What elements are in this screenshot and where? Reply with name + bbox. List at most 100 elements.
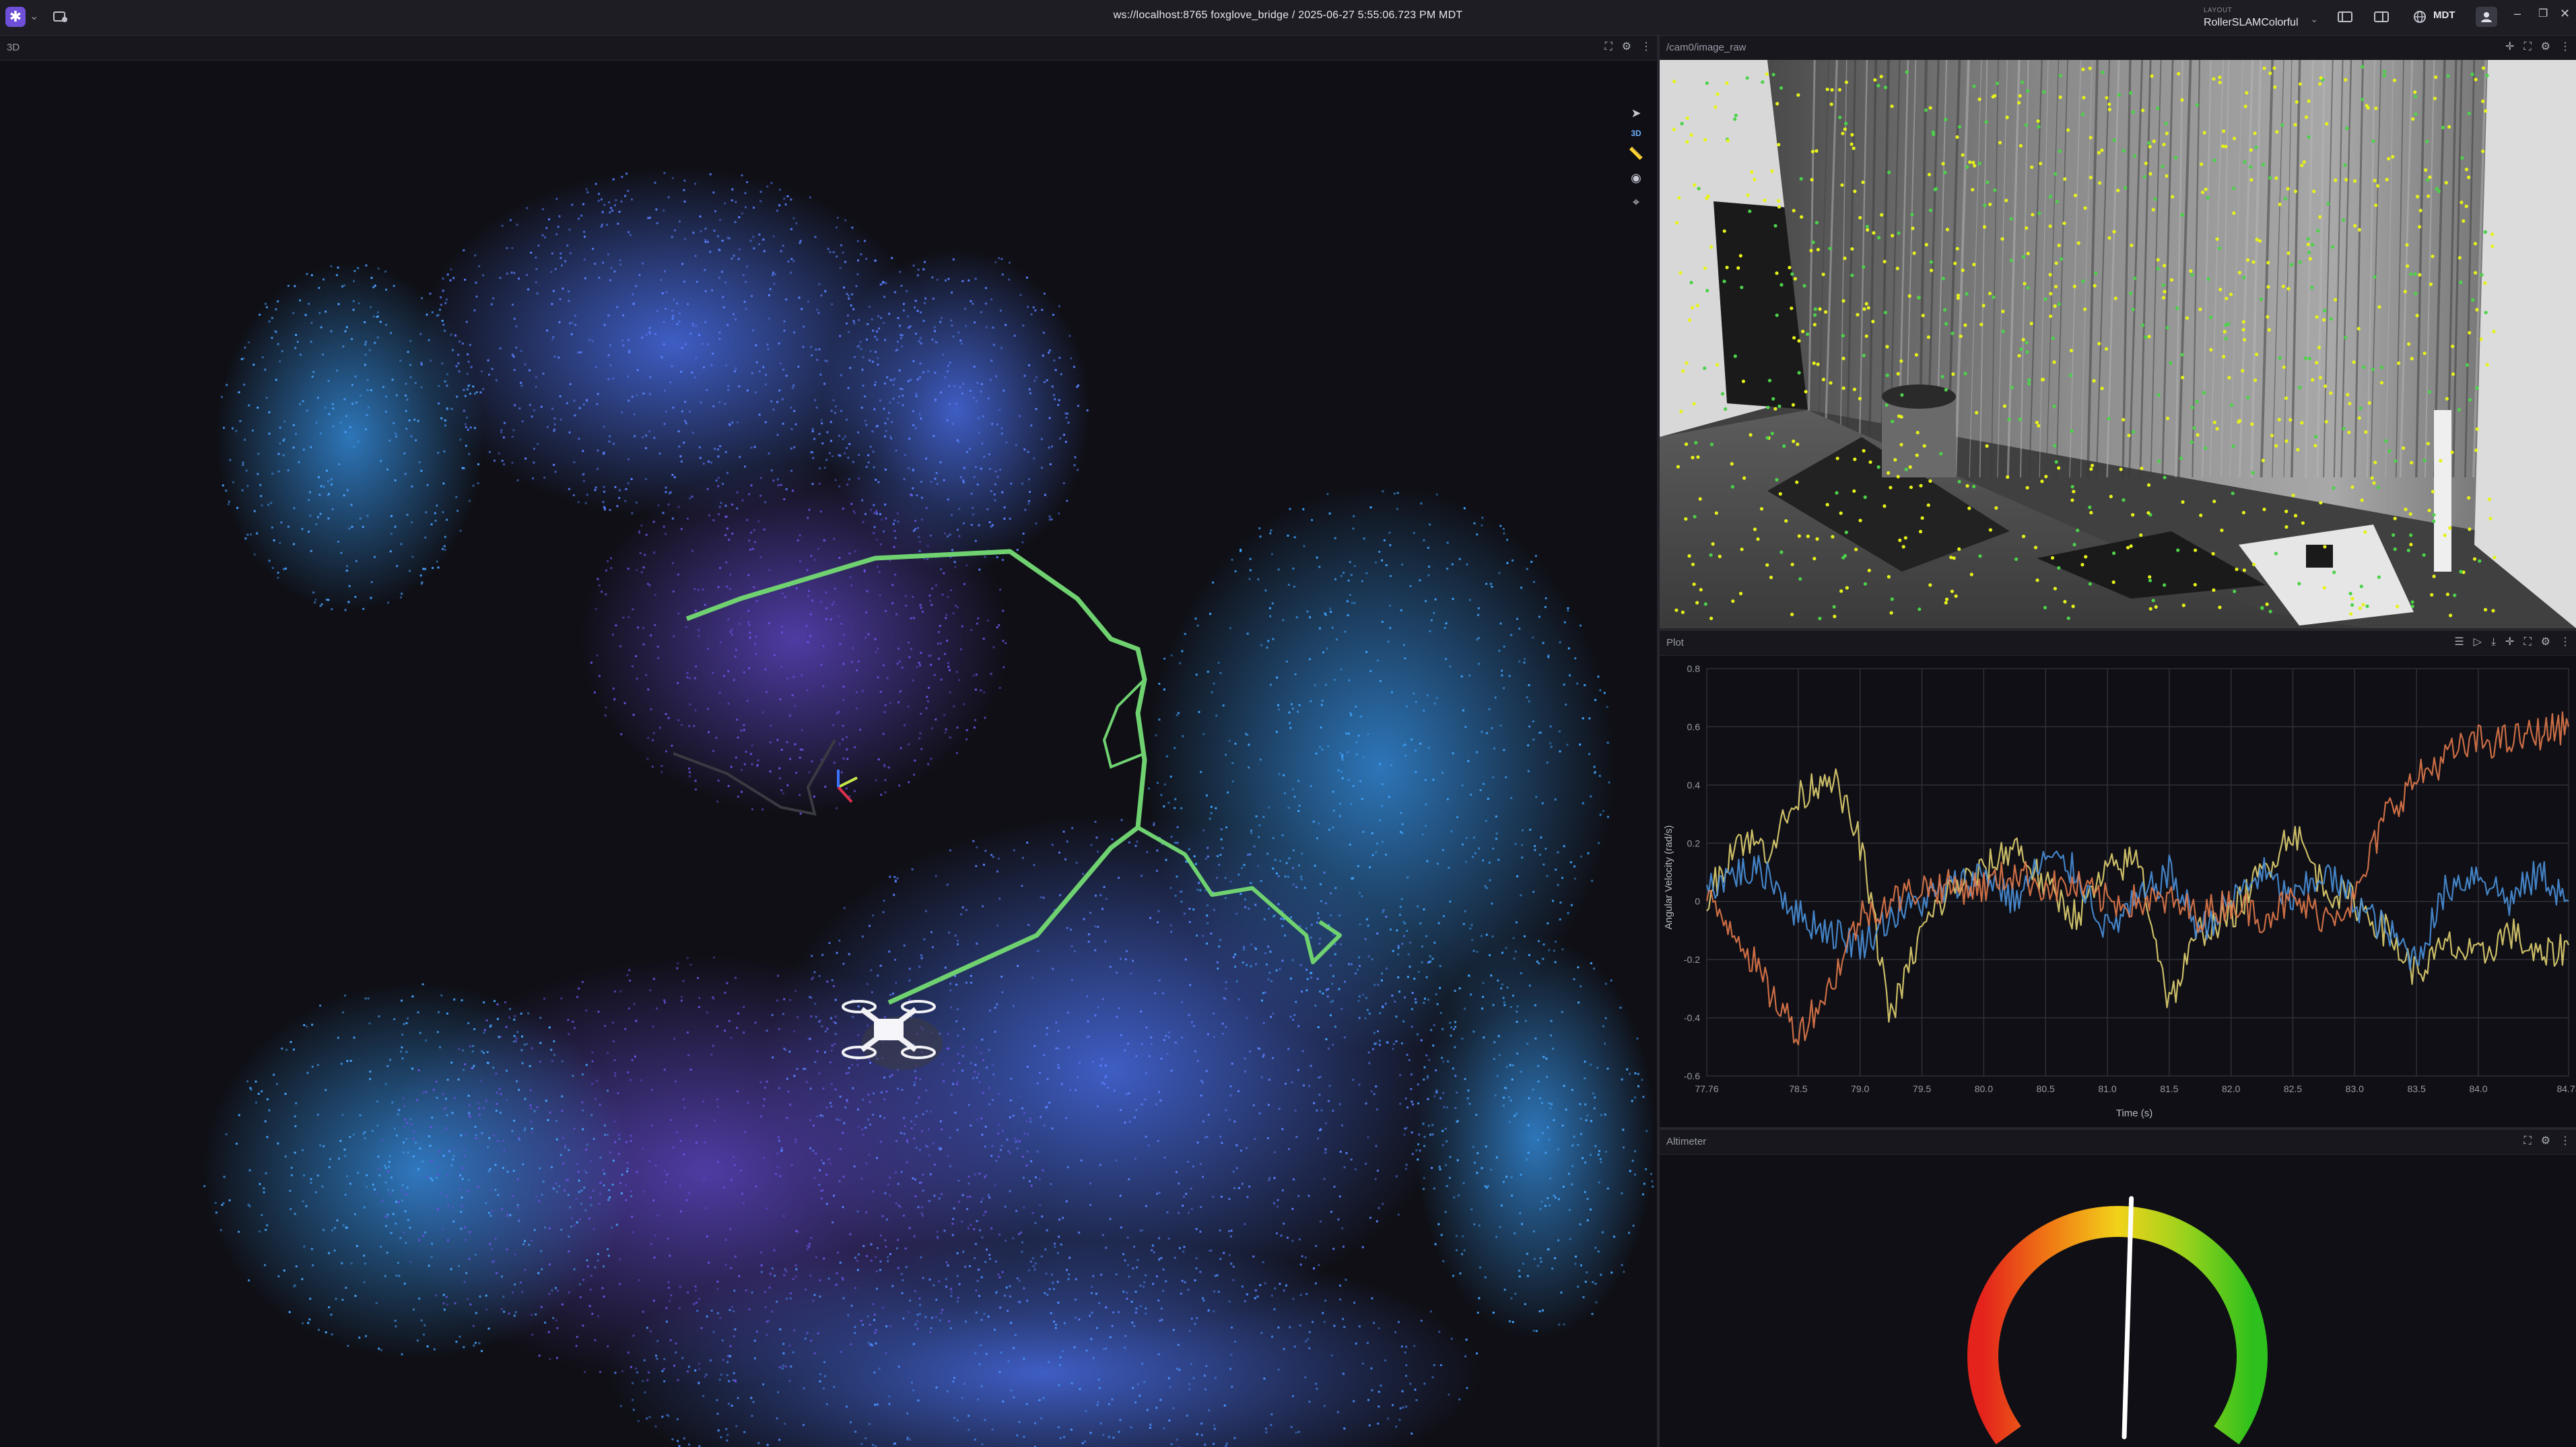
point-cloud-point [1252,1255,1255,1258]
point-cloud-point [601,211,604,213]
point-cloud-point [923,938,926,941]
point-cloud-point [1325,1038,1328,1040]
point-cloud-point [1339,752,1342,755]
point-cloud-point [1133,1324,1136,1327]
settings-gear-icon[interactable]: ⚙ [1622,40,1631,54]
point-cloud-point [734,370,737,372]
point-cloud-point [763,250,766,253]
connection-name[interactable]: foxglove_bridge [1211,9,1289,21]
point-cloud-point [1346,751,1349,753]
point-cloud-point [1202,1120,1205,1123]
point-cloud-point [1327,1100,1330,1102]
point-cloud-point [1094,1014,1097,1017]
point-cloud-point [1267,978,1270,981]
point-cloud-point [1381,621,1384,623]
restore-icon[interactable]: ❐ [2538,7,2548,20]
point-cloud-point [421,297,423,300]
point-cloud-point [759,1081,762,1083]
timezone-globe-icon[interactable] [2410,8,2429,26]
point-cloud-point [613,1120,616,1123]
point-cloud-point [1050,1312,1052,1314]
point-cloud-point [786,195,789,197]
point-cloud-point [455,496,458,498]
point-cloud-point [386,468,389,471]
fullscreen-icon[interactable]: ⛶ [1604,40,1612,54]
point-cloud-point [1404,1351,1406,1354]
left-sidebar-toggle-icon[interactable] [2336,8,2354,26]
point-cloud-point [1435,1091,1438,1093]
point-cloud-point [712,191,715,194]
point-cloud-point [1064,412,1067,415]
point-cloud-point [1244,898,1246,901]
point-cloud-point [475,1137,477,1139]
point-cloud-point [369,1071,372,1073]
point-cloud-point [981,1133,984,1136]
add-panel-icon[interactable] [51,8,70,26]
point-cloud-point [794,423,797,426]
app-menu-chevron-down-icon[interactable]: ⌄ [30,9,38,23]
point-cloud-point [948,403,951,405]
point-cloud-point [603,490,605,493]
point-cloud-point [1018,415,1021,417]
point-cloud-point [336,370,339,372]
point-cloud-point [1293,1013,1296,1016]
point-cloud-point [1231,780,1234,782]
layout-selector[interactable]: LAYOUT RollerSLAMColorful ⌄ [2198,4,2322,31]
point-cloud-point [752,1401,755,1403]
point-cloud-point [436,560,438,563]
point-cloud-point [544,236,546,239]
connection-url[interactable]: ws://localhost:8765 [1114,9,1208,21]
point-cloud-point [867,454,870,457]
point-cloud-point [1271,602,1274,605]
point-cloud-point [402,1097,405,1100]
3d-scene-viewport[interactable] [0,60,1657,1447]
point-cloud-point [984,1125,987,1128]
point-cloud-point [404,473,407,475]
user-avatar-icon[interactable] [2476,7,2497,27]
point-cloud-point [524,457,527,460]
point-cloud-point [839,1261,842,1264]
point-cloud-point [1158,1191,1161,1194]
point-cloud-point [962,382,965,385]
point-cloud-point [910,1120,912,1123]
point-cloud-point [1432,778,1435,781]
point-cloud-point [413,1130,415,1133]
right-sidebar-toggle-icon[interactable] [2372,8,2391,26]
point-cloud-point [1116,1015,1118,1018]
point-cloud-point [1347,778,1350,781]
point-cloud-point [887,417,889,420]
point-cloud-point [724,1263,727,1266]
point-cloud-point [764,1306,767,1308]
point-cloud-point [871,360,874,363]
point-cloud-point [952,335,955,338]
timezone-label[interactable]: MDT [2433,9,2455,21]
point-cloud-point [426,483,429,486]
point-cloud-point [327,380,330,382]
point-cloud-point [1097,1006,1099,1009]
point-cloud-point [411,485,413,487]
point-cloud-point [904,724,906,727]
point-cloud-point [631,665,634,668]
point-cloud-point [777,484,780,487]
point-cloud-point [914,1290,916,1292]
point-cloud-point [546,329,549,332]
point-cloud-point [944,966,947,969]
point-cloud-point [1035,522,1038,525]
point-cloud-point [1379,1012,1382,1015]
more-vertical-icon[interactable]: ⋮ [1641,40,1652,54]
point-cloud-point [1058,1067,1060,1069]
point-cloud-point [1303,1084,1305,1087]
point-cloud-point [802,1423,805,1426]
point-cloud-point [1431,1133,1434,1136]
point-cloud-point [719,218,722,221]
close-icon[interactable]: ✕ [2560,7,2570,21]
point-cloud-point [836,951,838,954]
point-cloud-point [533,409,535,411]
point-cloud-point [423,1324,426,1326]
minimize-icon[interactable]: – [2514,7,2521,21]
point-cloud-point [1229,1235,1232,1238]
point-cloud-point [301,1278,304,1281]
point-cloud-point [747,1102,749,1104]
foxglove-logo-icon[interactable]: ✱ [5,7,26,27]
point-cloud-point [1384,1003,1387,1005]
